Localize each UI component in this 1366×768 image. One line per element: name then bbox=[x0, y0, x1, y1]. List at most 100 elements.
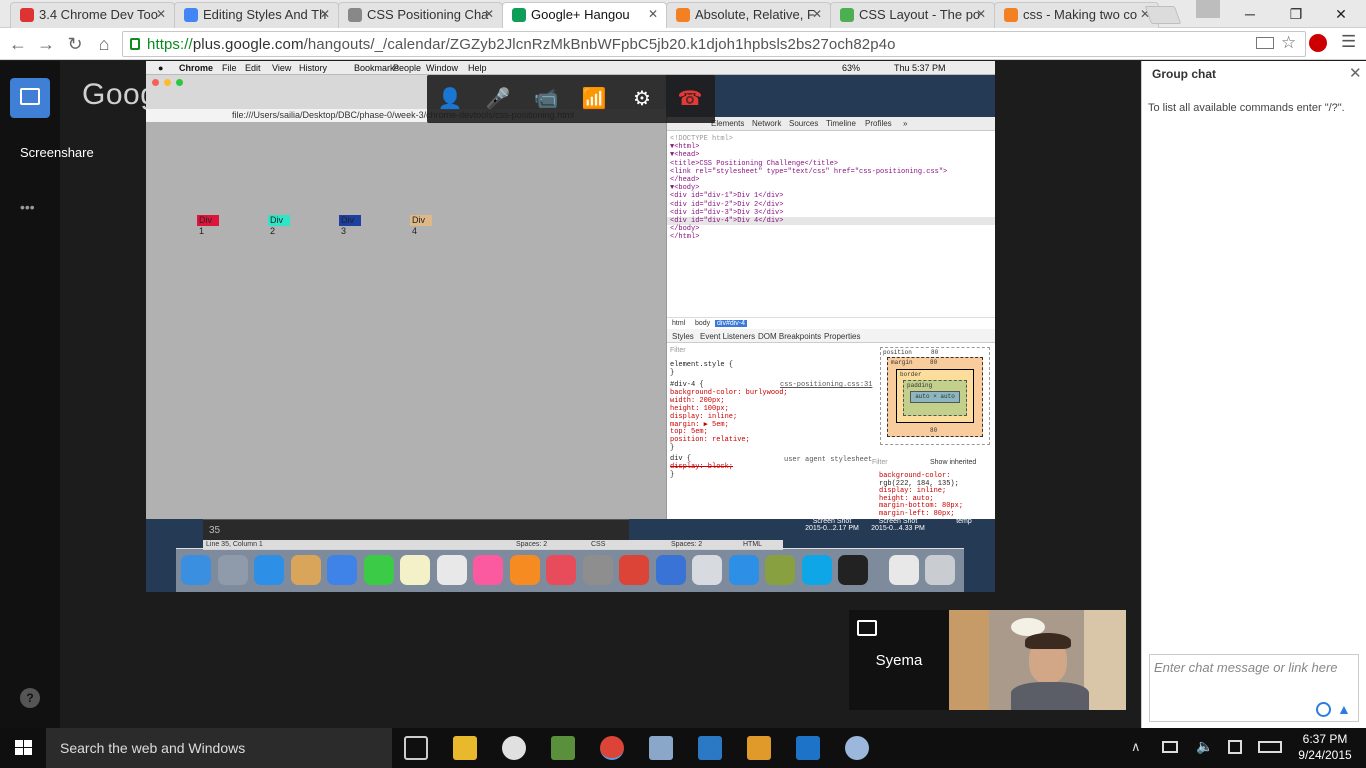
browser-tab[interactable]: Editing Styles And Th ✕ bbox=[174, 2, 339, 28]
powershell-icon[interactable] bbox=[796, 736, 820, 760]
chrome-icon[interactable] bbox=[619, 555, 649, 585]
style-rule-line[interactable]: height: 100px; bbox=[670, 405, 729, 413]
devtools-tab[interactable]: Elements bbox=[711, 119, 744, 128]
file-explorer-icon[interactable] bbox=[453, 736, 477, 760]
restore-button[interactable]: ❐ bbox=[1273, 0, 1319, 28]
participant-tile[interactable]: Syema bbox=[849, 610, 949, 710]
add-person-icon[interactable]: 👤 bbox=[437, 87, 463, 111]
style-tab[interactable]: Properties bbox=[824, 332, 860, 341]
photos-icon[interactable] bbox=[551, 736, 575, 760]
style-rule-line[interactable]: } bbox=[670, 369, 674, 377]
style-tab[interactable]: Event Listeners bbox=[700, 332, 755, 341]
desktop-file[interactable]: temp bbox=[932, 518, 996, 525]
style-rule-line[interactable]: element.style { bbox=[670, 361, 733, 369]
volume-icon[interactable]: 🔈 bbox=[1196, 738, 1213, 755]
messages-icon[interactable] bbox=[327, 555, 357, 585]
address-bar[interactable]: https://plus.google.com/hangouts/_/calen… bbox=[122, 31, 1306, 57]
mac-menu-item[interactable]: Help bbox=[468, 63, 487, 73]
photos-icon[interactable] bbox=[546, 555, 576, 585]
styles-filter[interactable]: Filter bbox=[670, 347, 686, 354]
app-store-icon[interactable] bbox=[728, 555, 759, 585]
mac-menu-item[interactable]: File bbox=[222, 63, 237, 73]
tab-close-icon[interactable]: ✕ bbox=[812, 7, 822, 21]
devtools-tab[interactable]: Profiles bbox=[865, 119, 892, 128]
action-center-icon[interactable] bbox=[1228, 740, 1242, 754]
chat-icon[interactable] bbox=[10, 78, 50, 118]
itunes-icon[interactable] bbox=[473, 555, 503, 585]
browser-tab[interactable]: CSS Layout - The po ✕ bbox=[830, 2, 995, 28]
style-rule-line[interactable]: #div-4 { bbox=[670, 381, 704, 389]
word-app-icon[interactable] bbox=[698, 736, 722, 760]
tab-close-icon[interactable]: ✕ bbox=[484, 7, 494, 21]
sublime-icon[interactable] bbox=[747, 736, 771, 760]
show-inherited-checkbox[interactable]: Show inherited bbox=[930, 459, 976, 466]
camera-off-icon[interactable]: 📹 bbox=[533, 87, 559, 111]
style-rule-line[interactable]: div { bbox=[670, 455, 691, 463]
notes-icon[interactable] bbox=[400, 555, 430, 585]
bluetooth-icon[interactable] bbox=[655, 555, 686, 585]
mute-mic-icon[interactable]: 🎤 bbox=[485, 87, 511, 111]
facetime-icon[interactable] bbox=[363, 555, 394, 585]
mac-menu-item[interactable]: Chrome bbox=[179, 63, 213, 73]
dom-line[interactable]: </body> bbox=[670, 225, 699, 233]
devtools-tab[interactable]: Timeline bbox=[826, 119, 856, 128]
computed-filter[interactable]: Filter bbox=[872, 459, 888, 466]
dom-line[interactable]: <link rel="stylesheet" type="text/css" h… bbox=[670, 168, 947, 176]
mac-menu-item[interactable]: Edit bbox=[245, 63, 261, 73]
launchpad-icon[interactable] bbox=[217, 555, 248, 585]
ibooks-icon[interactable] bbox=[509, 555, 540, 585]
preview-icon[interactable] bbox=[692, 555, 722, 585]
star-icon[interactable]: ☆ bbox=[1281, 33, 1296, 53]
dom-line[interactable]: ▼<head> bbox=[670, 151, 699, 159]
tray-chevron-icon[interactable]: ∧ bbox=[1131, 739, 1141, 755]
dom-line[interactable]: </head> bbox=[670, 176, 699, 184]
emoji-icon[interactable] bbox=[1316, 702, 1331, 717]
sublime-icon[interactable] bbox=[582, 555, 613, 585]
style-tab[interactable]: Styles bbox=[672, 332, 694, 341]
dom-line[interactable]: <!DOCTYPE html> bbox=[670, 135, 733, 143]
back-arrow-icon[interactable]: ← bbox=[6, 32, 30, 56]
downloads-icon[interactable] bbox=[888, 555, 919, 585]
style-rule-line[interactable]: position: relative; bbox=[670, 436, 750, 444]
finder-icon[interactable] bbox=[181, 555, 211, 585]
tab-close-icon[interactable]: ✕ bbox=[648, 7, 658, 21]
dom-line[interactable]: ▼<body> bbox=[670, 184, 699, 192]
tab-close-icon[interactable]: ✕ bbox=[156, 7, 166, 21]
style-source-link[interactable]: css-positioning.css:31 bbox=[780, 381, 872, 389]
more-apps-icon[interactable]: ••• bbox=[20, 199, 35, 215]
mac-menu-item[interactable]: People bbox=[393, 63, 421, 73]
devtools-tab[interactable]: Network bbox=[752, 119, 781, 128]
close-icon[interactable]: ✕ bbox=[1349, 64, 1362, 82]
keyboard-icon[interactable] bbox=[1258, 741, 1282, 753]
browser-tab[interactable]: CSS Positioning Cha ✕ bbox=[338, 2, 503, 28]
forward-arrow-icon[interactable]: → bbox=[34, 32, 58, 56]
browser-tab[interactable]: Absolute, Relative, F ✕ bbox=[666, 2, 831, 28]
bandwidth-icon[interactable]: 📶 bbox=[581, 87, 607, 111]
inkscape-icon[interactable] bbox=[765, 555, 795, 585]
dom-line[interactable]: <div id="div-1">Div 1</div> bbox=[670, 192, 783, 200]
style-tab[interactable]: DOM Breakpoints bbox=[758, 332, 821, 341]
devtools-tab[interactable]: » bbox=[903, 119, 907, 128]
reload-icon[interactable]: ↻ bbox=[63, 32, 87, 56]
extension-icon[interactable] bbox=[1309, 34, 1327, 52]
tab-close-icon[interactable]: ✕ bbox=[976, 7, 986, 21]
close-window-button[interactable]: ✕ bbox=[1318, 0, 1364, 28]
safari-icon[interactable] bbox=[254, 555, 284, 585]
terminal-icon[interactable] bbox=[838, 555, 868, 585]
hang-up-icon[interactable]: ☎ bbox=[677, 87, 703, 111]
mac-menu-item[interactable]: Window bbox=[426, 63, 458, 73]
style-rule-line[interactable]: width: 200px; bbox=[670, 397, 725, 405]
settings-icon[interactable]: ⚙ bbox=[629, 87, 655, 111]
dom-line[interactable]: <title>CSS Positioning Challenge</title> bbox=[670, 160, 838, 168]
mac-menu-item[interactable]: History bbox=[299, 63, 327, 73]
task-view-icon[interactable] bbox=[404, 736, 428, 760]
style-rule-line[interactable]: } bbox=[670, 444, 674, 452]
breadcrumb-item[interactable]: body bbox=[693, 320, 712, 327]
attach-image-icon[interactable]: ▲ bbox=[1337, 702, 1353, 717]
itunes-icon[interactable] bbox=[502, 736, 526, 760]
tab-close-icon[interactable]: ✕ bbox=[320, 7, 330, 21]
taskbar-search[interactable]: Search the web and Windows bbox=[46, 728, 392, 768]
browser-tab[interactable]: css - Making two co ✕ bbox=[994, 2, 1159, 28]
profile-icon[interactable] bbox=[1196, 0, 1220, 18]
power-icon[interactable] bbox=[1162, 741, 1178, 753]
